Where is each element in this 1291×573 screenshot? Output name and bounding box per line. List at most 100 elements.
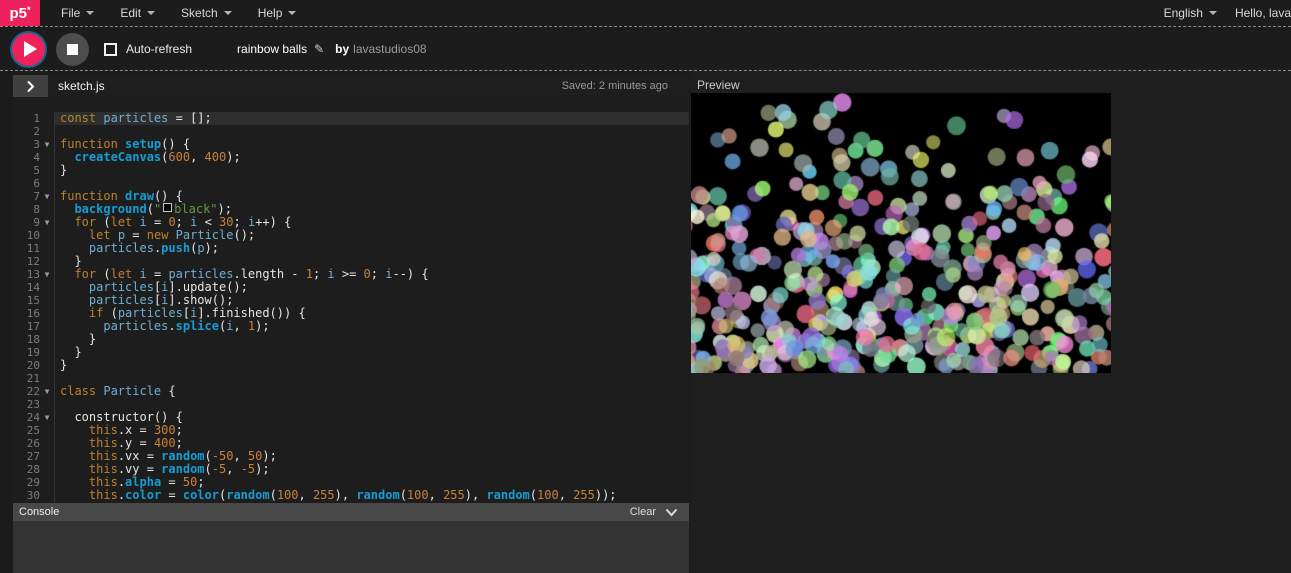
- color-swatch-icon[interactable]: [163, 203, 172, 212]
- fold-arrow-icon[interactable]: ▼: [40, 190, 54, 203]
- code-token: 1: [306, 268, 313, 281]
- code-line[interactable]: 20}: [13, 359, 689, 372]
- chevron-down-icon: [1209, 11, 1217, 15]
- p5-logo-text: p5: [9, 5, 27, 22]
- tab-sketch-js[interactable]: sketch.js: [58, 79, 105, 93]
- line-number: 3: [13, 138, 40, 151]
- fold-gutter: [40, 203, 54, 216]
- stop-button[interactable]: [56, 33, 89, 66]
- code-token: 100: [277, 489, 299, 502]
- line-number: 10: [13, 229, 40, 242]
- fold-arrow-icon[interactable]: ▼: [40, 268, 54, 281]
- fold-gutter: [40, 164, 54, 177]
- edit-sketch-name-icon[interactable]: ✎: [314, 42, 324, 56]
- fold-arrow-icon[interactable]: ▼: [40, 138, 54, 151]
- code-token: const: [60, 112, 96, 125]
- code-line-text: const particles = [];: [54, 112, 689, 125]
- code-token: p: [197, 242, 204, 255]
- chevron-down-icon[interactable]: [665, 508, 678, 517]
- code-line[interactable]: 4 createCanvas(600, 400);: [13, 151, 689, 164]
- line-number: 14: [13, 281, 40, 294]
- fold-gutter: [40, 346, 54, 359]
- line-number: 27: [13, 450, 40, 463]
- fold-gutter: [40, 294, 54, 307]
- line-number: 29: [13, 476, 40, 489]
- code-token: random: [226, 489, 269, 502]
- code-line[interactable]: 1const particles = [];: [13, 112, 689, 125]
- code-token: 100: [537, 489, 559, 502]
- editor-pane: sketch.js Saved: 2 minutes ago 1const pa…: [13, 75, 689, 573]
- by-label: by: [335, 42, 349, 56]
- line-number: 30: [13, 489, 40, 502]
- code-token: i: [327, 268, 334, 281]
- code-line-text: }: [54, 346, 689, 359]
- fold-gutter: [40, 151, 54, 164]
- console-panel: Console Clear: [13, 503, 689, 573]
- menu-sketch[interactable]: Sketch: [168, 0, 245, 26]
- fold-arrow-icon[interactable]: ▼: [40, 411, 54, 424]
- p5-logo[interactable]: p5*: [0, 0, 40, 26]
- code-token: ;: [371, 268, 385, 281]
- code-token: color: [183, 489, 219, 502]
- play-button[interactable]: [12, 33, 45, 66]
- menu-edit[interactable]: Edit: [107, 0, 168, 26]
- line-number: 12: [13, 255, 40, 268]
- line-number: 5: [13, 164, 40, 177]
- stop-icon: [67, 44, 78, 55]
- auto-refresh-label: Auto-refresh: [126, 42, 192, 56]
- code-token: =: [161, 489, 183, 502]
- expand-sidebar-button[interactable]: [13, 75, 48, 97]
- code-line[interactable]: 19 }: [13, 346, 689, 359]
- code-token: ,: [233, 320, 247, 333]
- code-token: );: [205, 242, 219, 255]
- code-line[interactable]: 5}: [13, 164, 689, 177]
- code-line-text: }: [54, 333, 689, 346]
- code-token: (: [205, 463, 212, 476]
- preview-title: Preview: [697, 78, 740, 92]
- fold-arrow-icon[interactable]: ▼: [40, 385, 54, 398]
- console-header: Console Clear: [13, 503, 689, 521]
- code-line[interactable]: 22▼class Particle {: [13, 385, 689, 398]
- code-token: ,: [190, 151, 204, 164]
- chevron-down-icon: [224, 11, 232, 15]
- code-line[interactable]: 18 }: [13, 333, 689, 346]
- menu-file[interactable]: File: [48, 0, 107, 26]
- console-clear-button[interactable]: Clear: [630, 506, 656, 518]
- code-line[interactable]: 11 particles.push(p);: [13, 242, 689, 255]
- line-number: 19: [13, 346, 40, 359]
- language-selector[interactable]: English: [1164, 6, 1235, 20]
- menu-help-label: Help: [258, 6, 283, 20]
- fold-gutter: [40, 307, 54, 320]
- code-line-text: }: [54, 359, 689, 372]
- code-editor[interactable]: 1const particles = [];23▼function setup(…: [13, 97, 689, 503]
- code-line-text: }: [54, 164, 689, 177]
- fold-arrow-icon[interactable]: ▼: [40, 216, 54, 229]
- line-number: 25: [13, 424, 40, 437]
- account-greeting[interactable]: Hello, lava: [1235, 6, 1291, 20]
- code-line[interactable]: 30 this.color = color(random(100, 255), …: [13, 489, 689, 502]
- line-number: 22: [13, 385, 40, 398]
- code-token: .: [168, 320, 175, 333]
- line-number: 16: [13, 307, 40, 320]
- code-token: 255: [573, 489, 595, 502]
- author-link[interactable]: lavastudios08: [353, 42, 426, 56]
- code-line-text: createCanvas(600, 400);: [54, 151, 689, 164]
- fold-gutter: [40, 229, 54, 242]
- code-token: ),: [335, 489, 357, 502]
- line-number: 24: [13, 411, 40, 424]
- line-number: 2: [13, 125, 40, 138]
- fold-gutter: [40, 281, 54, 294]
- code-line-text: particles.splice(i, 1);: [54, 320, 689, 333]
- sketch-name[interactable]: rainbow balls: [237, 42, 307, 56]
- menu-help[interactable]: Help: [245, 0, 310, 26]
- console-output: [13, 521, 689, 573]
- line-number: 20: [13, 359, 40, 372]
- chevron-down-icon: [288, 11, 296, 15]
- play-icon: [24, 41, 37, 57]
- code-token: (: [219, 320, 226, 333]
- auto-refresh-checkbox[interactable]: [104, 43, 117, 56]
- code-token: 400: [205, 151, 227, 164]
- code-token: 100: [407, 489, 429, 502]
- code-line[interactable]: 17 particles.splice(i, 1);: [13, 320, 689, 333]
- code-token: 600: [168, 151, 190, 164]
